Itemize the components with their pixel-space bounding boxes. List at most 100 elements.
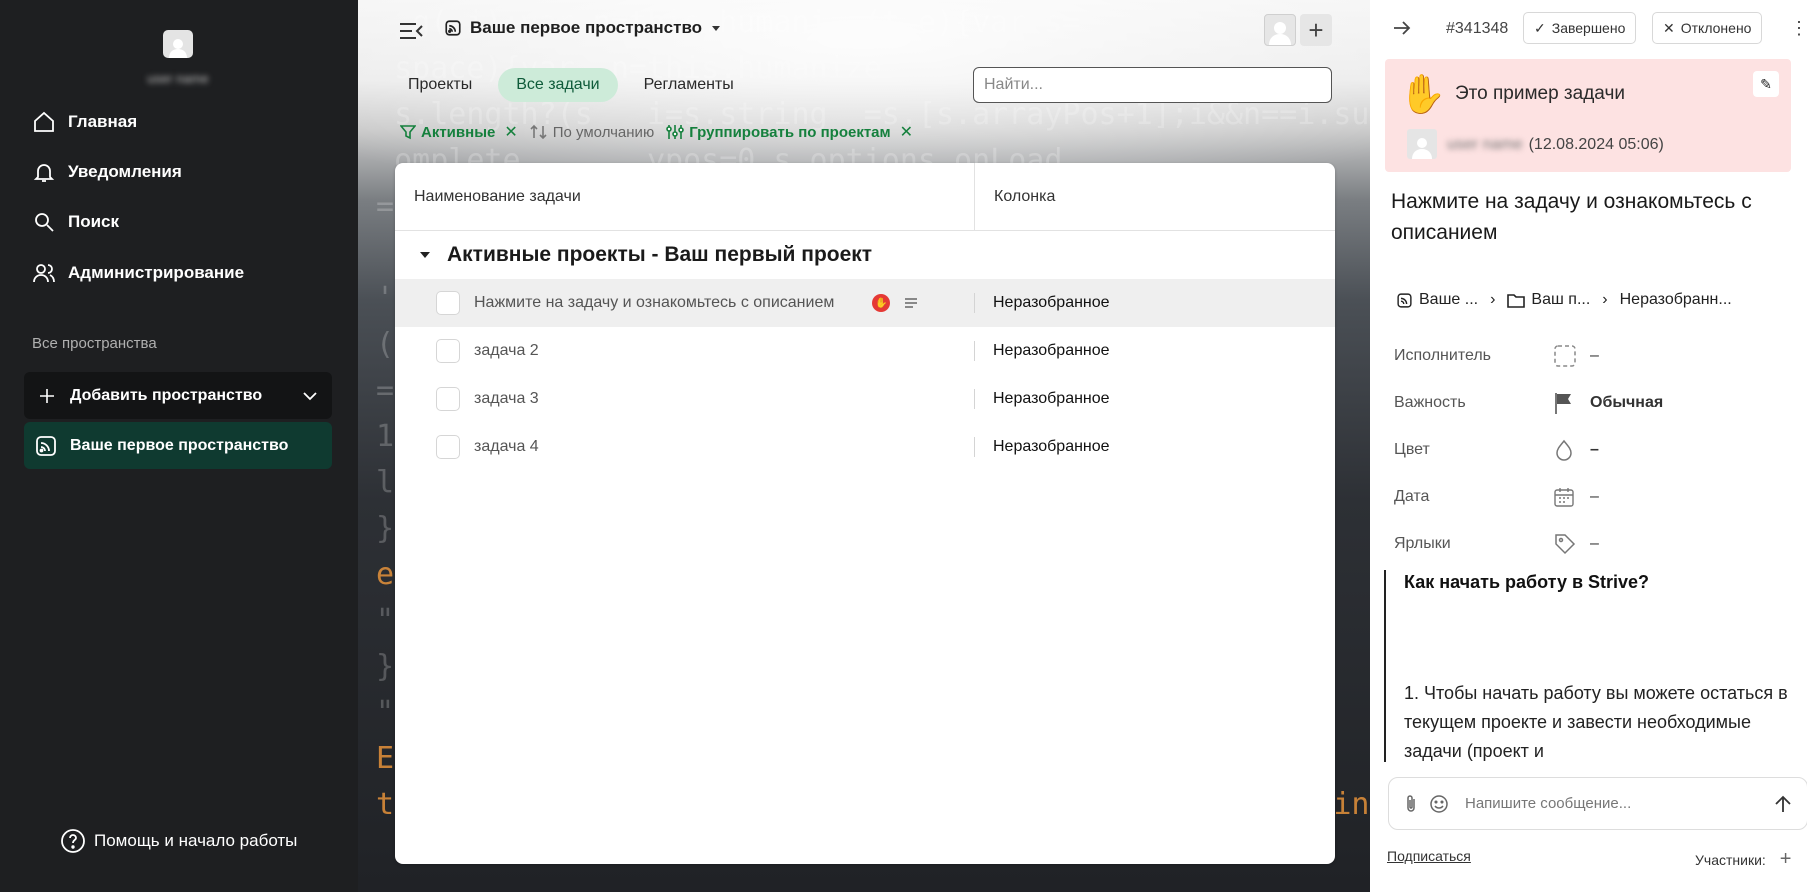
col-task-name[interactable]: Наименование задачи bbox=[395, 163, 975, 230]
group-header[interactable]: Активные проекты - Ваш первый проект bbox=[395, 231, 1335, 279]
help-label: Помощь и начало работы bbox=[94, 831, 298, 850]
prop-priority[interactable]: Важность Обычная bbox=[1394, 379, 1794, 426]
done-button[interactable]: ✓ Завершено bbox=[1523, 12, 1637, 44]
crumb-column[interactable]: Неразобранн... bbox=[1620, 291, 1732, 309]
table-header: Наименование задачи Колонка bbox=[395, 163, 1335, 231]
subscribe-link[interactable]: Подписаться bbox=[1387, 848, 1471, 864]
task-checkbox[interactable] bbox=[436, 339, 460, 363]
filter-icon bbox=[400, 125, 416, 140]
plus-icon[interactable]: + bbox=[1780, 848, 1792, 871]
nav-admin[interactable]: Администрирование bbox=[32, 257, 244, 289]
tab-projects[interactable]: Проекты bbox=[390, 68, 490, 102]
priority-label: Важность bbox=[1394, 393, 1466, 411]
user-avatar[interactable] bbox=[163, 30, 193, 58]
send-arrow-icon[interactable] bbox=[1773, 794, 1793, 814]
emoji-icon[interactable] bbox=[1429, 794, 1449, 814]
author-avatar bbox=[1407, 129, 1437, 159]
task-checkbox[interactable] bbox=[436, 291, 460, 315]
table-row[interactable]: задача 2 Неразобранное bbox=[395, 327, 1335, 375]
space-selector[interactable]: Ваше первое пространство bbox=[444, 18, 722, 38]
top-user-avatar[interactable] bbox=[1264, 14, 1296, 46]
search-icon bbox=[35, 213, 54, 232]
message-composer bbox=[1388, 777, 1807, 830]
assignee-icon bbox=[1554, 344, 1576, 367]
space-icon bbox=[36, 435, 56, 456]
nav-search-label: Поиск bbox=[68, 212, 120, 231]
user-name: user name bbox=[147, 71, 209, 86]
paperclip-icon[interactable] bbox=[1403, 794, 1419, 814]
space-item-first[interactable]: Ваше первое пространство bbox=[24, 422, 332, 469]
group-label: Группировать по проектам bbox=[689, 123, 891, 141]
nav-home[interactable]: Главная bbox=[32, 106, 137, 138]
author-info: user name (12.08.2024 05:06) bbox=[1447, 136, 1664, 154]
prop-date[interactable]: Дата – bbox=[1394, 473, 1794, 520]
prop-tags[interactable]: Ярлыки – bbox=[1394, 520, 1794, 567]
caret-down-icon bbox=[420, 252, 430, 258]
chevron-right-icon: › bbox=[1490, 291, 1496, 308]
chevron-down-icon[interactable] bbox=[302, 388, 318, 404]
space-item-label: Ваше первое пространство bbox=[70, 436, 289, 454]
nav-search[interactable]: Поиск bbox=[32, 206, 119, 238]
edit-icon[interactable]: ✎ bbox=[1753, 71, 1779, 97]
task-name: задача 2 bbox=[474, 342, 539, 359]
sort-default[interactable]: По умолчанию bbox=[530, 124, 654, 141]
task-column: Неразобранное bbox=[993, 342, 1110, 359]
add-space-button[interactable]: Добавить пространство bbox=[24, 372, 332, 419]
help-icon bbox=[61, 829, 85, 853]
plus-icon: + bbox=[1308, 14, 1324, 45]
task-description[interactable]: Как начать работу в Strive? 1. Чтобы нач… bbox=[1384, 570, 1794, 762]
crumb-space[interactable]: Ваше ... bbox=[1419, 291, 1478, 309]
prop-assignee[interactable]: Исполнитель – bbox=[1394, 332, 1794, 379]
filter-bar: Активные ✕ По умолчанию Группировать по … bbox=[400, 122, 913, 142]
space-icon bbox=[445, 20, 461, 36]
group-by-projects[interactable]: Группировать по проектам ✕ bbox=[666, 122, 913, 142]
close-icon[interactable]: ✕ bbox=[504, 122, 517, 142]
author-date: (12.08.2024 05:06) bbox=[1528, 136, 1664, 153]
task-column: Неразобранное bbox=[993, 294, 1110, 311]
tags-label: Ярлыки bbox=[1394, 534, 1451, 552]
search-input[interactable] bbox=[973, 67, 1332, 103]
nav-notifications-label: Уведомления bbox=[68, 162, 182, 181]
tab-all-tasks[interactable]: Все задачи bbox=[498, 68, 618, 102]
date-label: Дата bbox=[1394, 487, 1430, 505]
assignee-label: Исполнитель bbox=[1394, 346, 1492, 364]
crumb-project[interactable]: Ваш п... bbox=[1531, 291, 1590, 309]
description-heading: Как начать работу в Strive? bbox=[1404, 572, 1650, 592]
close-icon[interactable]: ✕ bbox=[900, 122, 913, 142]
users-icon bbox=[33, 264, 55, 283]
chevron-right-icon: › bbox=[1602, 291, 1608, 308]
plus-icon bbox=[40, 388, 54, 403]
task-name: задача 4 bbox=[474, 438, 539, 455]
task-checkbox[interactable] bbox=[436, 435, 460, 459]
tag-icon bbox=[1555, 533, 1576, 554]
space-title: Ваше первое пространство bbox=[470, 18, 703, 37]
tabs: Проекты Все задачи Регламенты bbox=[390, 68, 752, 102]
filter-active[interactable]: Активные ✕ bbox=[400, 122, 518, 142]
task-name: Нажмите на задачу и ознакомьтесь с описа… bbox=[474, 294, 835, 311]
table-row[interactable]: Нажмите на задачу и ознакомьтесь с описа… bbox=[395, 279, 1335, 327]
breadcrumb: Ваше ... › Ваш п... › Неразобранн... bbox=[1396, 291, 1732, 309]
table-row[interactable]: задача 3 Неразобранное bbox=[395, 375, 1335, 423]
description-text: 1. Чтобы начать работу вы можете остатьс… bbox=[1404, 683, 1788, 761]
add-member-button[interactable]: + bbox=[1300, 14, 1332, 46]
arrow-right-icon[interactable] bbox=[1392, 18, 1412, 38]
nav-notifications[interactable]: Уведомления bbox=[32, 156, 182, 188]
message-input[interactable] bbox=[1465, 795, 1763, 812]
prop-color[interactable]: Цвет – bbox=[1394, 426, 1794, 473]
col-column[interactable]: Колонка bbox=[975, 163, 1055, 230]
task-title[interactable]: Нажмите на задачу и ознакомьтесь с описа… bbox=[1391, 186, 1791, 248]
tab-regulations[interactable]: Регламенты bbox=[626, 68, 752, 102]
task-checkbox[interactable] bbox=[436, 387, 460, 411]
help-link[interactable]: Помощь и начало работы bbox=[60, 828, 297, 854]
group-title: Активные проекты - Ваш первый проект bbox=[447, 243, 873, 266]
collapse-menu-icon[interactable] bbox=[398, 18, 424, 44]
folder-icon bbox=[1507, 294, 1526, 308]
example-banner: ✋ Это пример задачи ✎ user name (12.08.2… bbox=[1385, 59, 1791, 172]
task-id: #341348 bbox=[1446, 20, 1509, 37]
rejected-button[interactable]: ✕ Отклонено bbox=[1652, 12, 1763, 44]
calendar-icon bbox=[1554, 487, 1574, 507]
table-row[interactable]: задача 4 Неразобранное bbox=[395, 423, 1335, 471]
more-icon[interactable]: ⋮ bbox=[1790, 18, 1807, 39]
author-name: user name bbox=[1447, 136, 1523, 153]
group-icon bbox=[666, 125, 685, 139]
